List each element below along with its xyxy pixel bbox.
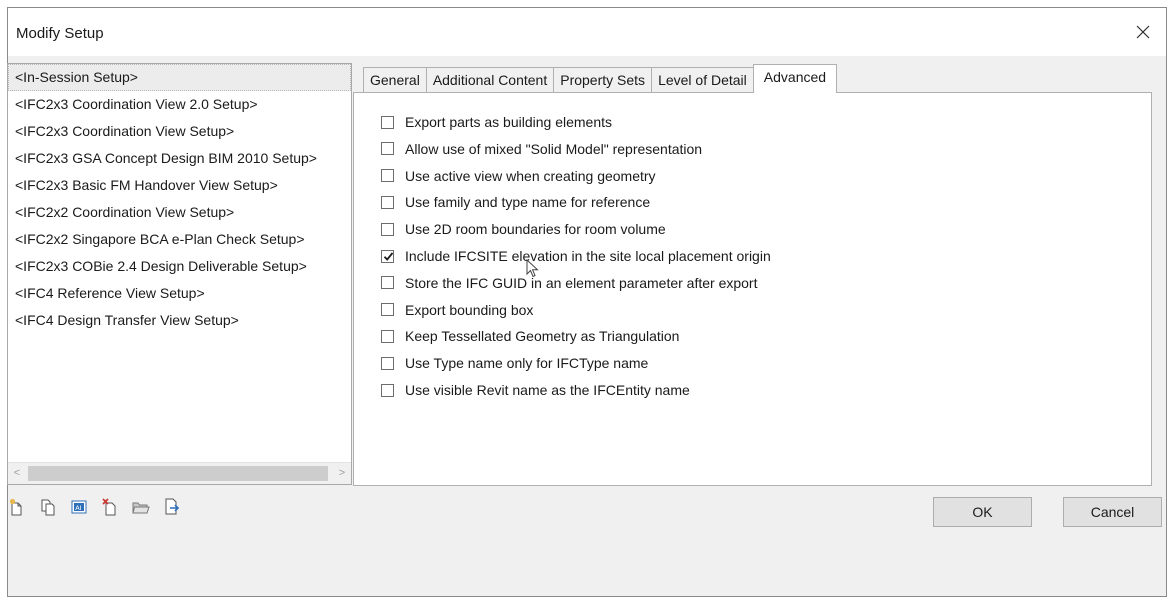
option-row[interactable]: Include IFCSITE elevation in the site lo… <box>381 248 771 264</box>
delete-setup-icon <box>102 498 116 516</box>
option-row[interactable]: Use visible Revit name as the IFCEntity … <box>381 382 690 398</box>
checkbox[interactable] <box>381 329 394 343</box>
option-label: Include IFCSITE elevation in the site lo… <box>405 248 771 264</box>
option-label: Use 2D room boundaries for room volume <box>405 221 666 238</box>
option-row[interactable]: Use 2D room boundaries for room volume <box>381 221 666 237</box>
setup-list-item[interactable]: <IFC2x3 GSA Concept Design BIM 2010 Setu… <box>8 145 351 172</box>
new-setup-icon <box>9 498 22 516</box>
rename-setup-button[interactable]: AI <box>69 497 89 517</box>
option-label: Keep Tessellated Geometry as Triangulati… <box>405 328 680 345</box>
window-title: Modify Setup <box>16 25 104 42</box>
checkbox[interactable] <box>381 303 394 317</box>
cancel-button[interactable]: Cancel <box>1063 497 1162 527</box>
option-row[interactable]: Use Type name only for IFCType name <box>381 355 648 371</box>
checkbox[interactable] <box>381 249 394 263</box>
checkbox[interactable] <box>381 383 394 397</box>
tab-general[interactable]: General <box>363 67 427 93</box>
mouse-cursor-icon <box>526 259 539 278</box>
duplicate-setup-button[interactable] <box>38 497 58 517</box>
delete-setup-button[interactable] <box>100 497 120 517</box>
option-row[interactable]: Export parts as building elements <box>381 114 612 130</box>
scroll-right-icon[interactable]: > <box>333 463 351 484</box>
option-row[interactable]: Keep Tessellated Geometry as Triangulati… <box>381 328 679 344</box>
checkbox[interactable] <box>381 222 394 236</box>
option-label: Use active view when creating geometry <box>405 167 656 184</box>
setup-list-items: <In-Session Setup> <IFC2x3 Coordination V… <box>8 64 351 462</box>
setup-list[interactable]: <In-Session Setup> <IFC2x3 Coordination V… <box>7 63 352 485</box>
option-row[interactable]: Use family and type name for reference <box>381 194 650 210</box>
option-row[interactable]: Store the IFC GUID in an element paramet… <box>381 275 758 291</box>
setup-toolbar: AI <box>7 497 193 521</box>
setup-list-item[interactable]: <IFC4 Reference View Setup> <box>8 280 351 307</box>
horizontal-scrollbar[interactable]: < > <box>8 462 351 484</box>
advanced-tab-panel: Export parts as building elements Allow u… <box>353 92 1152 486</box>
title-bar: Modify Setup <box>8 8 1166 56</box>
tab-property-sets[interactable]: Property Sets <box>553 67 653 93</box>
checkbox[interactable] <box>381 195 394 209</box>
import-setup-button[interactable] <box>131 497 151 517</box>
close-button[interactable] <box>1120 8 1166 56</box>
setup-list-item[interactable]: <IFC2x3 COBie 2.4 Design Deliverable Set… <box>8 253 351 280</box>
option-row[interactable]: Export bounding box <box>381 302 533 318</box>
option-label: Store the IFC GUID in an element paramet… <box>405 274 758 291</box>
export-setup-icon <box>165 498 180 515</box>
checkmark-icon <box>383 251 394 261</box>
option-row[interactable]: Use active view when creating geometry <box>381 168 656 184</box>
option-label: Use Type name only for IFCType name <box>405 355 649 372</box>
option-label: Use family and type name for reference <box>405 194 651 211</box>
ok-button[interactable]: OK <box>933 497 1032 527</box>
checkbox[interactable] <box>381 142 394 156</box>
setup-list-item[interactable]: <IFC2x3 Coordination View Setup> <box>8 118 351 145</box>
svg-text:AI: AI <box>75 504 81 512</box>
option-label: Use visible Revit name as the IFCEntity … <box>405 382 690 398</box>
option-label: Allow use of mixed "Solid Model" represe… <box>405 140 703 157</box>
option-row[interactable]: Allow use of mixed "Solid Model" represe… <box>381 141 702 157</box>
tab-additional-content[interactable]: Additional Content <box>425 67 555 93</box>
rename-setup-icon: AI <box>71 500 87 514</box>
setup-list-item[interactable]: <IFC2x3 Basic FM Handover View Setup> <box>8 172 351 199</box>
export-setup-button[interactable] <box>162 497 182 517</box>
close-icon <box>1136 25 1150 39</box>
tab-level-of-detail[interactable]: Level of Detail <box>651 67 754 93</box>
checkbox[interactable] <box>381 115 394 129</box>
import-setup-icon <box>132 502 150 514</box>
checkbox[interactable] <box>381 169 394 183</box>
setup-list-item[interactable]: <In-Session Setup> <box>8 64 351 91</box>
checkbox[interactable] <box>381 356 394 370</box>
scrollbar-thumb[interactable] <box>28 466 328 481</box>
new-setup-button[interactable] <box>7 497 27 517</box>
scroll-left-icon[interactable]: < <box>8 463 26 484</box>
setup-list-item[interactable]: <IFC2x2 Singapore BCA e-Plan Check Setup… <box>8 226 351 253</box>
tab-strip: General Additional Content Property Sets Le… <box>363 64 838 93</box>
setup-list-item[interactable]: <IFC2x2 Coordination View Setup> <box>8 199 351 226</box>
setup-list-item[interactable]: <IFC2x3 Coordination View 2.0 Setup> <box>8 91 351 118</box>
checkbox[interactable] <box>381 276 394 290</box>
option-label: Export parts as building elements <box>405 114 612 130</box>
option-label: Export bounding box <box>405 301 534 318</box>
setup-list-item[interactable]: <IFC4 Design Transfer View Setup> <box>8 307 351 334</box>
duplicate-setup-icon <box>41 499 55 516</box>
tab-advanced[interactable]: Advanced <box>752 64 838 93</box>
